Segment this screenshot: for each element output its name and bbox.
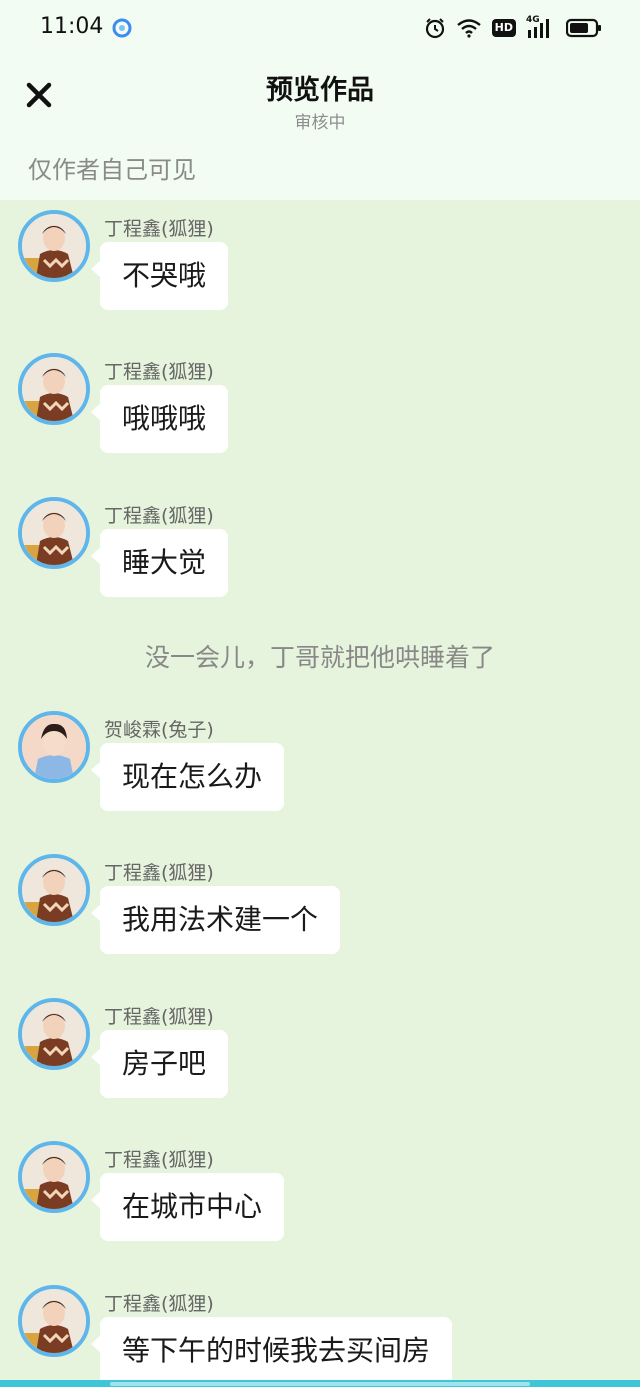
sender-name: 丁程鑫(狐狸) — [104, 1149, 214, 1171]
avatar[interactable] — [18, 711, 90, 783]
message-bubble[interactable]: 现在怎么办 — [90, 743, 285, 811]
message-bubble[interactable]: 我用法术建一个 — [90, 886, 341, 954]
avatar[interactable] — [18, 210, 90, 282]
sender-name: 丁程鑫(狐狸) — [104, 361, 214, 383]
avatar[interactable] — [18, 353, 90, 425]
chat-message: 贺峻霖(兔子) 现在怎么办 — [0, 701, 640, 811]
visibility-note: 仅作者自己可见 — [28, 156, 196, 184]
chat-message: 丁程鑫(狐狸) 我用法术建一个 — [0, 844, 640, 954]
avatar-fox-icon — [22, 214, 86, 278]
sender-name: 贺峻霖(兔子) — [104, 719, 214, 741]
message-bubble[interactable]: 房子吧 — [90, 1030, 229, 1098]
avatar-fox-icon — [22, 501, 86, 565]
avatar-rabbit-icon — [22, 715, 86, 779]
message-bubble[interactable]: 等下午的时候我去买间房 — [90, 1317, 453, 1380]
avatar[interactable] — [18, 497, 90, 569]
message-bubble[interactable]: 睡大觉 — [90, 529, 229, 597]
signal-icon: 4G — [526, 15, 556, 39]
sender-name: 丁程鑫(狐狸) — [104, 1293, 214, 1315]
sender-name: 丁程鑫(狐狸) — [104, 505, 214, 527]
alarm-icon — [424, 17, 446, 39]
chat-message: 丁程鑫(狐狸) 在城市中心 — [0, 1131, 640, 1241]
chat-message: 丁程鑫(狐狸) 房子吧 — [0, 988, 640, 1098]
sender-name: 丁程鑫(狐狸) — [104, 862, 214, 884]
status-time: 11:04 — [40, 14, 104, 39]
message-bubble[interactable]: 在城市中心 — [90, 1173, 285, 1241]
avatar-fox-icon — [22, 858, 86, 922]
avatar[interactable] — [18, 1141, 90, 1213]
chat-message: 丁程鑫(狐狸) 哦哦哦 — [0, 343, 640, 453]
status-icons: HD 4G — [424, 15, 602, 40]
chat-message: 丁程鑫(狐狸) 不哭哦 — [0, 200, 640, 310]
avatar[interactable] — [18, 998, 90, 1070]
avatar[interactable] — [18, 854, 90, 926]
sender-name: 丁程鑫(狐狸) — [104, 218, 214, 240]
header: 预览作品 审核中 — [0, 56, 640, 146]
top-area: 11:04 HD 4G 预览作品 审核中 仅作者自己可见 — [0, 0, 640, 200]
home-indicator[interactable] — [110, 1382, 530, 1386]
avatar-fox-icon — [22, 357, 86, 421]
narration-text: 没一会儿，丁哥就把他哄睡着了 — [144, 643, 495, 672]
avatar[interactable] — [18, 1285, 90, 1357]
hd-icon: HD — [491, 19, 516, 37]
page-subtitle: 审核中 — [294, 113, 346, 133]
avatar-fox-icon — [22, 1145, 86, 1209]
message-bubble[interactable]: 哦哦哦 — [90, 385, 229, 453]
sender-name: 丁程鑫(狐狸) — [104, 1006, 214, 1028]
wifi-icon — [456, 18, 482, 38]
chat-area[interactable]: 丁程鑫(狐狸) 不哭哦 丁程鑫(狐狸) 哦哦哦 丁程鑫(狐狸) 睡大觉 没一会儿… — [0, 200, 640, 1380]
page-title: 预览作品 — [266, 75, 374, 106]
app-logo-icon — [112, 18, 132, 38]
message-bubble[interactable]: 不哭哦 — [90, 242, 229, 310]
avatar-fox-icon — [22, 1002, 86, 1066]
battery-icon — [566, 18, 602, 38]
status-bar: 11:04 HD 4G — [0, 0, 640, 56]
chat-message: 丁程鑫(狐狸) 等下午的时候我去买间房 — [0, 1275, 640, 1380]
avatar-fox-icon — [22, 1289, 86, 1353]
chat-message: 丁程鑫(狐狸) 睡大觉 — [0, 487, 640, 597]
